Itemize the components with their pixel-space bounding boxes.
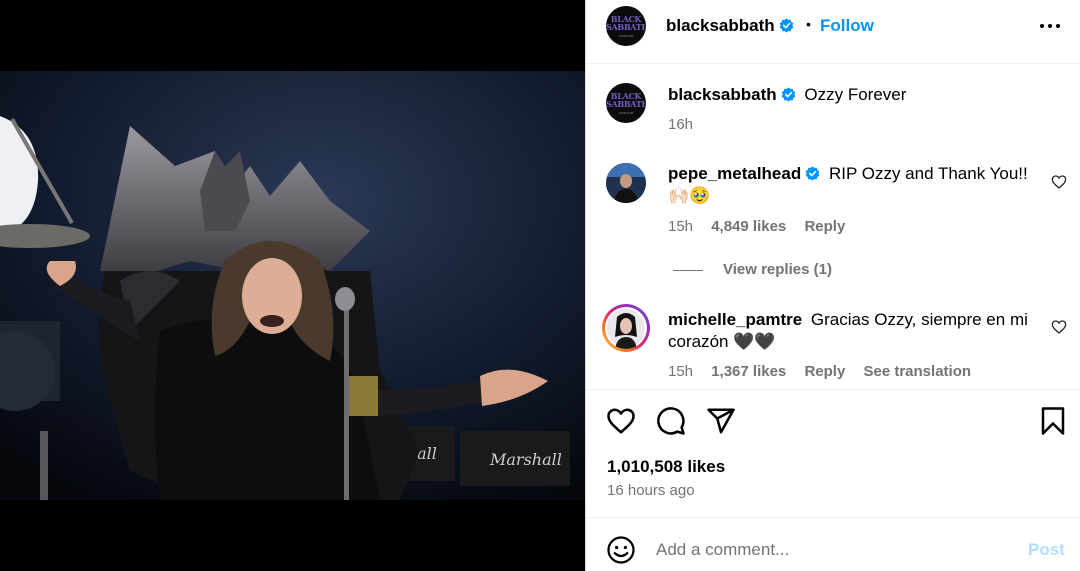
- post-panel: BLACK SABBATH 1968-2025 blacksabbath • Fo…: [585, 0, 1080, 571]
- post-photo[interactable]: Marshall Marshall: [0, 71, 585, 500]
- post-actions: 1,010,508 likes 16 hours ago: [586, 390, 1080, 518]
- comment-likes[interactable]: 1,367 likes: [711, 363, 786, 380]
- caption-username-text: blacksabbath: [668, 85, 777, 104]
- comment-username[interactable]: michelle_pamtre: [668, 310, 802, 329]
- comment-username[interactable]: pepe_metalhead: [668, 164, 820, 183]
- like-icon[interactable]: [606, 406, 636, 436]
- comment-meta: 15h 4,849 likes Reply: [668, 218, 859, 235]
- reply-button[interactable]: Reply: [804, 218, 845, 235]
- author-username[interactable]: blacksabbath: [666, 16, 794, 36]
- author-logo-sub: 1968-2025: [618, 34, 634, 38]
- comment-meta: 15h 1,367 likes Reply See translation: [668, 363, 985, 380]
- comment-composer: Post: [586, 518, 1080, 571]
- author-username-text: blacksabbath: [666, 16, 775, 35]
- comment-avatar-story-ring[interactable]: [602, 304, 650, 352]
- comments-list[interactable]: BLACK SABBATH 1968-2025 blacksabbath Ozzy…: [586, 64, 1080, 390]
- comment-time[interactable]: 15h: [668, 218, 693, 235]
- comment-text-row: michelle_pamtre Gracias Ozzy, siempre en…: [668, 309, 1028, 353]
- post-comment-button[interactable]: Post: [1028, 540, 1065, 560]
- caption-text: Ozzy Forever: [804, 85, 907, 104]
- like-comment-icon[interactable]: [1051, 174, 1067, 190]
- user-photo-icon: [606, 163, 646, 203]
- comment-text-row: pepe_metalhead RIP Ozzy and Thank You!! …: [668, 163, 1028, 207]
- caption-username[interactable]: blacksabbath: [668, 85, 796, 104]
- author-logo: BLACK SABBATH: [606, 14, 646, 32]
- like-comment-icon[interactable]: [1051, 319, 1067, 335]
- separator-dot: •: [806, 16, 811, 32]
- view-replies-label: View replies (1): [723, 261, 832, 278]
- svg-text:Marshall: Marshall: [489, 450, 562, 469]
- author-avatar[interactable]: BLACK SABBATH 1968-2025: [606, 6, 646, 46]
- see-translation-button[interactable]: See translation: [863, 363, 971, 380]
- emoji-icon[interactable]: [606, 535, 636, 565]
- comment-icon[interactable]: [656, 406, 686, 436]
- post-header: BLACK SABBATH 1968-2025 blacksabbath • Fo…: [586, 0, 1080, 64]
- share-icon[interactable]: [706, 406, 736, 436]
- caption-logo: BLACK SABBATH: [606, 91, 646, 109]
- caption-logo-sub: 1968-2025: [618, 111, 634, 115]
- caption-text-row: blacksabbath Ozzy Forever: [668, 84, 1028, 106]
- view-replies-button[interactable]: View replies (1): [673, 261, 832, 278]
- more-options-icon[interactable]: [1038, 16, 1062, 36]
- verified-icon: [779, 18, 793, 33]
- verified-icon: [781, 87, 795, 102]
- save-bookmark-icon[interactable]: [1038, 406, 1068, 436]
- follow-button[interactable]: Follow: [820, 16, 874, 36]
- post-media: Marshall Marshall: [0, 0, 585, 571]
- comment-avatar[interactable]: [606, 163, 646, 203]
- comment-username-text: pepe_metalhead: [668, 164, 802, 183]
- concert-photo: Marshall Marshall: [0, 71, 585, 500]
- post-likes-count[interactable]: 1,010,508 likes: [607, 457, 725, 477]
- comment-input[interactable]: [656, 538, 996, 562]
- caption-meta: 16h: [668, 116, 707, 133]
- comment-likes[interactable]: 4,849 likes: [711, 218, 786, 235]
- reply-button[interactable]: Reply: [804, 363, 845, 380]
- comment-time[interactable]: 15h: [668, 363, 693, 380]
- caption-avatar[interactable]: BLACK SABBATH 1968-2025: [606, 83, 646, 123]
- post-timestamp[interactable]: 16 hours ago: [607, 482, 695, 499]
- replies-divider: [673, 269, 703, 271]
- user-photo-icon: [605, 307, 647, 349]
- caption-time[interactable]: 16h: [668, 116, 693, 133]
- verified-icon: [805, 166, 820, 181]
